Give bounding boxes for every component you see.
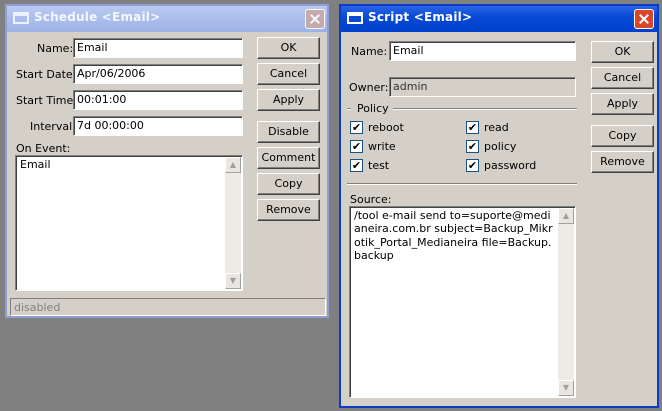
password-checkbox[interactable]: ✔ [466, 159, 479, 172]
window-icon [13, 12, 29, 24]
write-label: write [368, 140, 396, 153]
interval-label: Interval: [30, 120, 76, 133]
ok-button[interactable]: OK [591, 41, 654, 63]
script-titlebar[interactable]: Script <Email> [341, 6, 657, 32]
policy-label: policy [484, 140, 517, 153]
ok-button[interactable]: OK [257, 37, 320, 59]
policy-checkbox[interactable]: ✔ [466, 140, 479, 153]
start-time-field[interactable]: 00:01:00 [73, 90, 243, 110]
source-label: Source: [350, 193, 392, 206]
reboot-label: reboot [368, 121, 404, 134]
cancel-button[interactable]: Cancel [591, 67, 654, 89]
policy-group-bottom [347, 183, 577, 185]
scroll-up-icon[interactable]: ▲ [558, 208, 574, 224]
scroll-up-icon[interactable]: ▲ [225, 157, 241, 173]
script-window: Script <Email> Name: Email Owner: admin … [339, 4, 659, 408]
remove-button[interactable]: Remove [257, 199, 320, 221]
on-event-textarea[interactable]: Email ▲ ▼ [15, 155, 243, 291]
reboot-checkbox[interactable]: ✔ [350, 121, 363, 134]
name-field[interactable]: Email [73, 38, 243, 58]
name-field[interactable]: Email [389, 41, 576, 61]
on-event-scrollbar[interactable]: ▲ ▼ [225, 157, 241, 289]
close-icon[interactable] [305, 9, 325, 29]
comment-button[interactable]: Comment [257, 147, 320, 169]
test-checkbox[interactable]: ✔ [350, 159, 363, 172]
copy-button[interactable]: Copy [257, 173, 320, 195]
script-title: Script <Email> [368, 10, 473, 24]
remove-button[interactable]: Remove [591, 151, 654, 173]
disable-button[interactable]: Disable [257, 121, 320, 143]
policy-group-label: Policy [357, 102, 389, 115]
source-scrollbar[interactable]: ▲ ▼ [558, 208, 574, 396]
start-time-label: Start Time: [16, 94, 77, 107]
source-text: /tool e-mail send to=suporte@medianeira.… [354, 209, 553, 262]
close-icon[interactable] [634, 9, 654, 29]
window-icon [347, 12, 363, 24]
schedule-title: Schedule <Email> [34, 10, 161, 24]
policy-group-line-left [347, 108, 351, 110]
name-label: Name: [351, 45, 388, 58]
interval-field[interactable]: 7d 00:00:00 [73, 116, 243, 136]
copy-button[interactable]: Copy [591, 125, 654, 147]
test-label: test [368, 159, 390, 172]
scroll-down-icon[interactable]: ▼ [558, 380, 574, 396]
write-checkbox[interactable]: ✔ [350, 140, 363, 153]
schedule-window: Schedule <Email> Name: Email Start Date:… [5, 4, 329, 318]
schedule-titlebar[interactable]: Schedule <Email> [7, 6, 327, 32]
status-bar: disabled [10, 298, 326, 316]
on-event-text: Email [20, 158, 51, 171]
apply-button[interactable]: Apply [257, 89, 320, 111]
owner-label: Owner: [349, 81, 389, 94]
read-label: read [484, 121, 509, 134]
name-label: Name: [37, 42, 74, 55]
apply-button[interactable]: Apply [591, 93, 654, 115]
cancel-button[interactable]: Cancel [257, 63, 320, 85]
policy-group-line [393, 108, 577, 110]
source-textarea[interactable]: /tool e-mail send to=suporte@medianeira.… [349, 206, 576, 398]
read-checkbox[interactable]: ✔ [466, 121, 479, 134]
start-date-label: Start Date: [16, 68, 77, 81]
owner-field: admin [389, 77, 576, 97]
start-date-field[interactable]: Apr/06/2006 [73, 64, 243, 84]
on-event-label: On Event: [16, 142, 71, 155]
scroll-down-icon[interactable]: ▼ [225, 273, 241, 289]
password-label: password [484, 159, 537, 172]
